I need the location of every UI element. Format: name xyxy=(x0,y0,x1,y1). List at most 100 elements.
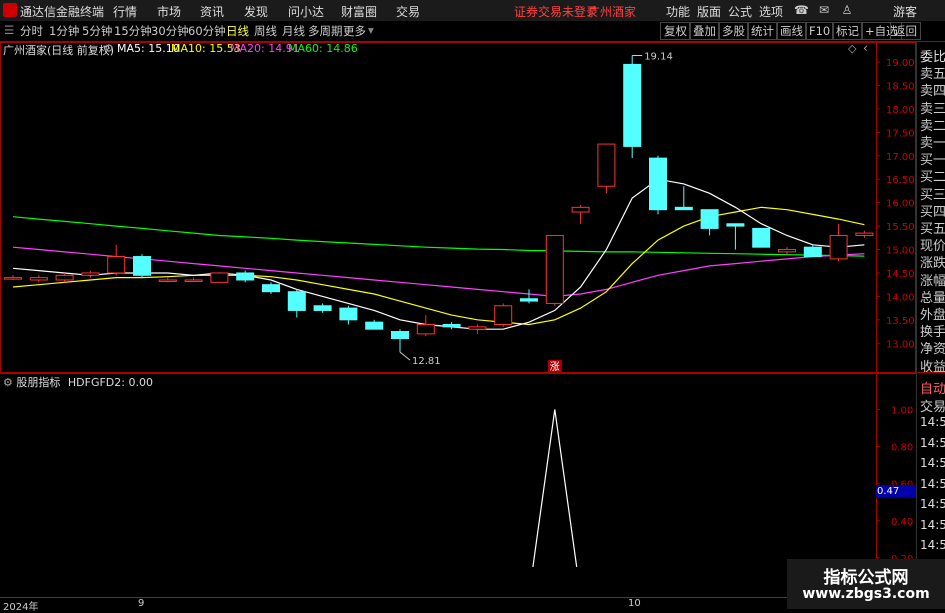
indicator-gear-icon[interactable]: ⚙ xyxy=(3,376,13,389)
tab-60min[interactable]: 60分钟 xyxy=(188,23,226,39)
candle-body xyxy=(416,324,435,335)
panel-divider xyxy=(917,372,945,373)
candle-body xyxy=(778,249,796,253)
menu-discover[interactable]: 发现 xyxy=(244,3,268,20)
candle-body xyxy=(184,279,203,282)
quote-label: 外盘 xyxy=(920,308,945,323)
app-logo-icon xyxy=(3,3,17,17)
tab-monthly[interactable]: 月线 xyxy=(282,23,305,39)
menu-functions[interactable]: 功能 xyxy=(666,3,690,20)
period-toolbar: ☰ 分时 1分钟 5分钟 15分钟 30分钟 60分钟 日线 周线 月线 多周期… xyxy=(0,21,945,42)
tab-5min[interactable]: 5分钟 xyxy=(82,23,112,39)
tab-more[interactable]: 更多 xyxy=(343,23,366,39)
price-axis-label: 16.00 xyxy=(886,199,915,210)
adjust-button[interactable]: 复权 xyxy=(660,22,691,40)
tick-time: 14:56 xyxy=(920,497,945,511)
candle-body xyxy=(107,256,126,274)
price-axis-label: 14.50 xyxy=(886,269,915,280)
auto-trade-toggle[interactable]: 自动 xyxy=(920,378,945,397)
tick-time: 14:56 xyxy=(920,456,945,470)
indicator-value: HDFGFD2: 0.00 xyxy=(67,376,153,389)
candle-body xyxy=(752,227,771,248)
indicator-axis-label: 0.80 xyxy=(891,443,913,454)
tab-daily[interactable]: 日线 xyxy=(226,23,249,39)
menu-ask[interactable]: 问小达 xyxy=(288,3,324,20)
price-axis-label: 15.00 xyxy=(886,246,915,257)
candle-body xyxy=(571,206,590,213)
quote-label: 涨跌 xyxy=(920,256,945,272)
tab-multi-period[interactable]: 多周期 xyxy=(308,23,343,39)
price-axis-label: 19.00 xyxy=(886,58,915,69)
low-marker-line xyxy=(399,351,411,361)
watermark-title: 指标公式网 xyxy=(823,568,909,588)
rise-marker: 涨 xyxy=(550,361,560,373)
candle-body xyxy=(442,324,461,328)
menu-wealth[interactable]: 财富圈 xyxy=(341,3,377,20)
quote-label: 卖一 xyxy=(920,136,945,151)
high-price-label: 19.14 xyxy=(644,51,673,62)
menu-market-quotes[interactable]: 行情 xyxy=(113,3,137,20)
candle-body xyxy=(133,256,151,276)
right-quote-panel: 委比 卖五 卖四 卖三 卖二 卖一 买一 买二 买三 买四 买五 现价 涨跌 涨幅 总量 外盘 换手 净资 收益 自动… xyxy=(916,42,945,609)
candle-body xyxy=(726,223,745,227)
time-axis: 2024年 9 10 xyxy=(0,597,916,613)
time-axis-label-9: 9 xyxy=(138,598,145,609)
menu-market[interactable]: 市场 xyxy=(157,3,181,20)
price-axis-label: 18.00 xyxy=(886,105,915,116)
candle-body xyxy=(829,234,848,260)
price-axis-label: 17.50 xyxy=(886,128,915,139)
quote-label: 买四 xyxy=(920,204,945,220)
indicator-axis-label: 0.40 xyxy=(891,517,913,528)
shirt-icon[interactable]: ♙ xyxy=(840,3,854,17)
quote-label: 卖三 xyxy=(920,101,945,117)
menu-formula[interactable]: 公式 xyxy=(728,3,752,20)
guest-user[interactable]: 游客 xyxy=(893,3,917,20)
kline-chart[interactable]: 19.14 12.81 涨 19.00 18.50 18.00 17.50 17.00 16.… xyxy=(0,42,916,567)
candle-body xyxy=(700,209,719,229)
indicator-value-tag: 0.47 xyxy=(876,485,916,498)
menu-trade[interactable]: 交易 xyxy=(396,3,420,20)
quote-label: 卖二 xyxy=(920,118,945,134)
price-axis-label: 18.50 xyxy=(886,81,915,92)
menu-options[interactable]: 选项 xyxy=(759,3,783,20)
tab-1min[interactable]: 1分钟 xyxy=(49,23,79,39)
overlay-button[interactable]: 叠加 xyxy=(689,22,720,40)
candle-body xyxy=(365,321,384,330)
mail-icon[interactable]: ✉ xyxy=(817,3,831,17)
f10-button[interactable]: F10 xyxy=(805,22,835,40)
candle-body xyxy=(674,206,693,211)
tab-weekly[interactable]: 周线 xyxy=(254,23,277,39)
tab-intraday[interactable]: 分时 xyxy=(20,23,43,39)
quote-label: 净资 xyxy=(920,342,945,358)
back-button[interactable]: 返回 xyxy=(890,22,921,40)
trade-label: 交易 xyxy=(920,400,945,415)
candle-body xyxy=(287,291,306,311)
menu-news[interactable]: 资讯 xyxy=(200,3,224,20)
statistics-button[interactable]: 统计 xyxy=(747,22,778,40)
menu-layout[interactable]: 版面 xyxy=(697,3,721,20)
tick-time: 14:56 xyxy=(920,435,945,450)
mark-button[interactable]: 标记 xyxy=(832,22,863,40)
candle-body xyxy=(468,326,487,330)
toolbar-menu-icon[interactable]: ☰ xyxy=(4,23,14,37)
stock-name-title: 广州酒家 xyxy=(588,5,637,19)
app-title: 通达信金融终端 xyxy=(20,5,105,19)
quote-label: 买二 xyxy=(920,170,945,186)
more-dropdown-icon[interactable]: ▾ xyxy=(368,23,374,37)
tick-time: 14:56 xyxy=(920,517,945,532)
tab-15min[interactable]: 15分钟 xyxy=(114,23,152,39)
draw-line-button[interactable]: 画线 xyxy=(776,22,807,40)
candle-body xyxy=(855,232,874,236)
candle-body xyxy=(210,272,229,283)
candle-body xyxy=(545,234,564,304)
multi-stock-button[interactable]: 多股 xyxy=(718,22,749,40)
login-notice[interactable]: 证券交易未登录 xyxy=(514,3,598,20)
candle-body xyxy=(313,305,332,311)
support-icon[interactable]: ☎ xyxy=(794,3,809,17)
quote-label: 委比 xyxy=(920,50,945,65)
tab-30min[interactable]: 30分钟 xyxy=(151,23,189,39)
candle-body xyxy=(4,277,22,280)
candle-body xyxy=(391,331,409,340)
candle-body xyxy=(262,284,280,293)
time-axis-label-year: 2024年 xyxy=(3,602,39,613)
